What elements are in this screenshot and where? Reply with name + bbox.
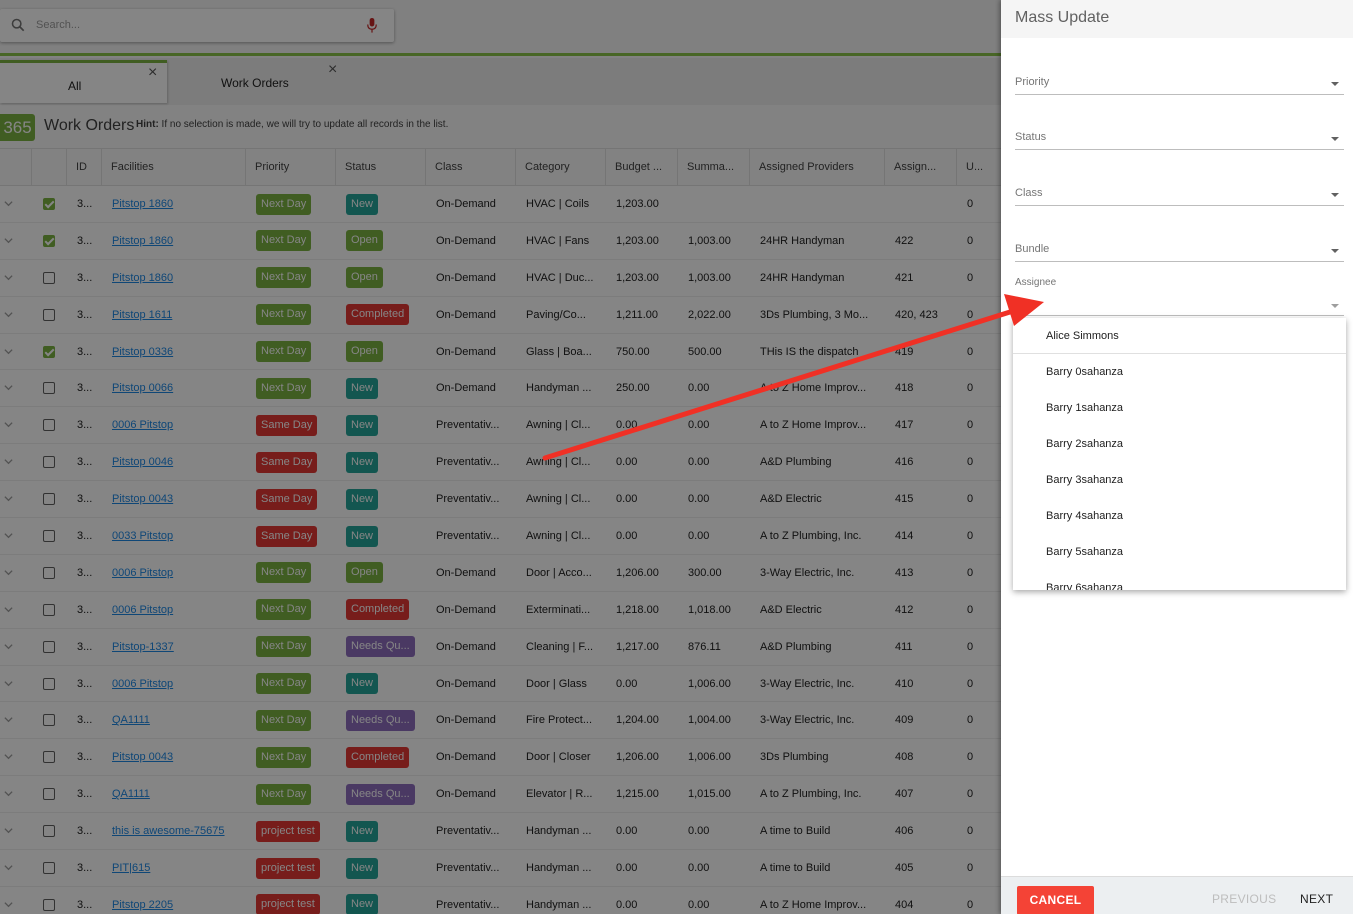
assignee-option[interactable]: Barry 1sahanza bbox=[1013, 390, 1346, 426]
assignee-option[interactable]: Barry 3sahanza bbox=[1013, 462, 1346, 498]
assignee-option[interactable]: Barry 4sahanza bbox=[1013, 498, 1346, 534]
priority-label: Priority bbox=[1015, 76, 1050, 88]
assignee-option[interactable]: Barry 0sahanza bbox=[1013, 354, 1346, 390]
modal-overlay[interactable] bbox=[0, 0, 1001, 914]
dropdown-arrow-icon bbox=[1331, 137, 1339, 141]
assignee-label: Assignee bbox=[1015, 277, 1057, 288]
assignee-option[interactable]: Barry 6sahanza bbox=[1013, 570, 1346, 590]
mass-update-panel: Mass Update Priority Status Class Bundle… bbox=[1001, 0, 1353, 914]
bundle-label: Bundle bbox=[1015, 243, 1050, 255]
next-button[interactable]: NEXT bbox=[1300, 892, 1333, 906]
dropdown-arrow-icon bbox=[1331, 82, 1339, 86]
class-select[interactable]: Class bbox=[1015, 184, 1344, 206]
work-orders-page: Search... All × Work Orders × 365 Work O… bbox=[0, 0, 1001, 914]
assignee-option[interactable]: Alice Simmons bbox=[1013, 318, 1346, 354]
status-label: Status bbox=[1015, 131, 1047, 143]
assignee-dropdown-menu: Alice Simmons Barry 0sahanza Barry 1sahanz… bbox=[1013, 318, 1346, 590]
assignee-option[interactable]: Barry 2sahanza bbox=[1013, 426, 1346, 462]
dropdown-arrow-icon bbox=[1331, 249, 1339, 253]
status-select[interactable]: Status bbox=[1015, 128, 1344, 150]
assignee-select[interactable] bbox=[1015, 296, 1344, 316]
panel-footer: CANCEL PREVIOUS NEXT bbox=[1001, 876, 1353, 914]
class-label: Class bbox=[1015, 187, 1043, 199]
dropdown-arrow-icon bbox=[1331, 304, 1339, 308]
dropdown-arrow-icon bbox=[1331, 193, 1339, 197]
assignee-option[interactable]: Barry 5sahanza bbox=[1013, 534, 1346, 570]
previous-button[interactable]: PREVIOUS bbox=[1212, 892, 1276, 906]
bundle-select[interactable]: Bundle bbox=[1015, 240, 1344, 262]
panel-title: Mass Update bbox=[1015, 9, 1110, 26]
cancel-button[interactable]: CANCEL bbox=[1017, 886, 1094, 914]
panel-header: Mass Update bbox=[1001, 0, 1353, 38]
priority-select[interactable]: Priority bbox=[1015, 73, 1344, 95]
